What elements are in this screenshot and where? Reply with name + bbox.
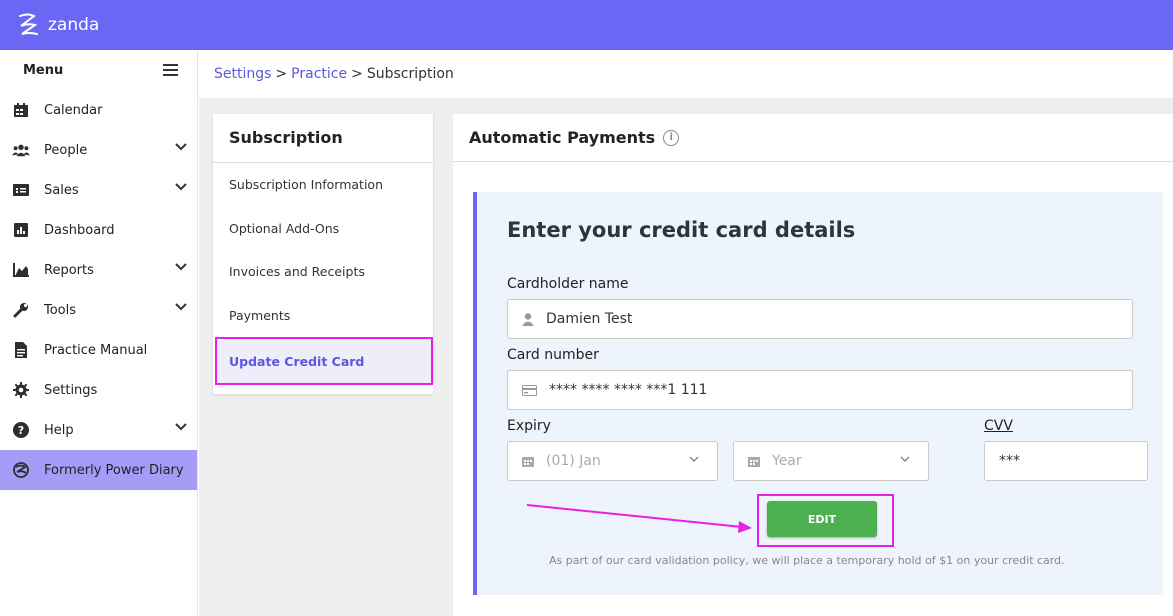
power-diary-icon bbox=[12, 461, 30, 479]
expiry-label: Expiry bbox=[507, 418, 551, 434]
subscription-menu: Subscription Subscription Information Op… bbox=[213, 114, 433, 394]
submenu-optional-add-ons[interactable]: Optional Add-Ons bbox=[213, 207, 433, 251]
calendar-icon bbox=[12, 101, 30, 119]
sidebar-item-label: Sales bbox=[44, 182, 79, 198]
user-icon bbox=[522, 312, 534, 326]
expiry-month-value: (01) Jan bbox=[546, 453, 601, 469]
top-bar: zanda bbox=[0, 0, 1173, 50]
gear-icon bbox=[12, 381, 30, 399]
sidebar-item-people[interactable]: People bbox=[0, 130, 197, 170]
validation-note: As part of our card validation policy, w… bbox=[549, 554, 1065, 567]
chevron-down-icon bbox=[689, 456, 699, 463]
svg-text:?: ? bbox=[18, 424, 24, 437]
zanda-logo[interactable]: zanda bbox=[14, 11, 99, 39]
card-number-label: Card number bbox=[507, 347, 599, 363]
cvv-label: CVV bbox=[984, 418, 1013, 434]
sidebar-item-label: Formerly Power Diary bbox=[44, 462, 184, 478]
credit-card-form: Enter your credit card details Cardholde… bbox=[473, 192, 1163, 595]
sidebar-item-dashboard[interactable]: Dashboard bbox=[0, 210, 197, 250]
automatic-payments-panel: Automatic Payments i Enter your credit c… bbox=[453, 114, 1173, 616]
sidebar-item-practice-manual[interactable]: Practice Manual bbox=[0, 330, 197, 370]
sales-icon bbox=[12, 181, 30, 199]
menu-label: Menu bbox=[23, 62, 64, 78]
sidebar-item-label: Reports bbox=[44, 262, 94, 278]
sidebar-item-label: Settings bbox=[44, 382, 98, 398]
form-heading: Enter your credit card details bbox=[507, 218, 856, 242]
breadcrumb: Settings > Practice > Subscription bbox=[199, 50, 1173, 98]
document-icon bbox=[12, 341, 30, 359]
sidebar-item-calendar[interactable]: Calendar bbox=[0, 90, 197, 130]
cardholder-label: Cardholder name bbox=[507, 276, 629, 292]
cardholder-name-field[interactable]: Damien Test bbox=[507, 299, 1133, 339]
chevron-down-icon bbox=[175, 263, 187, 271]
calendar-icon bbox=[522, 455, 534, 467]
chevron-down-icon bbox=[175, 143, 187, 151]
breadcrumb-settings[interactable]: Settings bbox=[214, 66, 271, 82]
sidebar-item-settings[interactable]: Settings bbox=[0, 370, 197, 410]
sidebar-item-sales[interactable]: Sales bbox=[0, 170, 197, 210]
cvv-value: *** bbox=[999, 453, 1020, 469]
card-number-value: **** **** **** ***1 111 bbox=[549, 382, 708, 398]
sidebar-item-tools[interactable]: Tools bbox=[0, 290, 197, 330]
subscription-menu-title: Subscription bbox=[213, 114, 433, 163]
panel-header: Automatic Payments i bbox=[453, 114, 1173, 162]
wrench-icon bbox=[12, 301, 30, 319]
breadcrumb-separator: > bbox=[351, 66, 363, 82]
breadcrumb-current: Subscription bbox=[366, 66, 454, 82]
sidebar-item-help[interactable]: ? Help bbox=[0, 410, 197, 450]
dashboard-icon bbox=[12, 221, 30, 239]
zanda-logo-icon bbox=[19, 13, 38, 35]
sidebar-item-label: Dashboard bbox=[44, 222, 115, 238]
calendar-icon bbox=[748, 455, 760, 467]
info-icon[interactable]: i bbox=[663, 129, 680, 146]
submenu-subscription-information[interactable]: Subscription Information bbox=[213, 163, 433, 207]
chevron-down-icon bbox=[175, 183, 187, 191]
chevron-down-icon bbox=[175, 303, 187, 311]
app-name: zanda bbox=[48, 15, 100, 35]
menu-header: Menu bbox=[0, 50, 197, 90]
help-icon: ? bbox=[12, 421, 30, 439]
expiry-year-select[interactable]: Year bbox=[733, 441, 929, 481]
sidebar-item-label: Tools bbox=[44, 302, 77, 318]
sidebar-item-reports[interactable]: Reports bbox=[0, 250, 197, 290]
cvv-field[interactable]: *** bbox=[984, 441, 1148, 481]
chevron-down-icon bbox=[175, 423, 187, 431]
cardholder-name-value: Damien Test bbox=[546, 311, 633, 327]
edit-button[interactable]: EDIT bbox=[767, 501, 877, 537]
hamburger-icon[interactable] bbox=[163, 63, 179, 77]
card-number-field[interactable]: **** **** **** ***1 111 bbox=[507, 370, 1133, 410]
chevron-down-icon bbox=[900, 456, 910, 463]
sidebar-item-label: People bbox=[44, 142, 88, 158]
submenu-invoices-and-receipts[interactable]: Invoices and Receipts bbox=[213, 250, 433, 294]
breadcrumb-practice[interactable]: Practice bbox=[291, 66, 347, 82]
expiry-year-value: Year bbox=[772, 453, 802, 469]
reports-icon bbox=[12, 261, 30, 279]
sidebar-item-power-diary[interactable]: Formerly Power Diary bbox=[0, 450, 197, 490]
sidebar-item-label: Help bbox=[44, 422, 74, 438]
sidebar: Menu Calendar People Sales Dashboard Rep… bbox=[0, 50, 198, 616]
submenu-update-credit-card[interactable]: Update Credit Card bbox=[215, 337, 433, 385]
breadcrumb-separator: > bbox=[275, 66, 288, 82]
expiry-month-select[interactable]: (01) Jan bbox=[507, 441, 718, 481]
sidebar-item-label: Practice Manual bbox=[44, 342, 148, 358]
submenu-payments[interactable]: Payments bbox=[213, 294, 433, 338]
main-content: Settings > Practice > Subscription Subsc… bbox=[199, 50, 1173, 616]
credit-card-icon bbox=[522, 384, 537, 396]
sidebar-item-label: Calendar bbox=[44, 102, 103, 118]
people-icon bbox=[12, 141, 30, 159]
panel-title: Automatic Payments bbox=[469, 128, 656, 147]
